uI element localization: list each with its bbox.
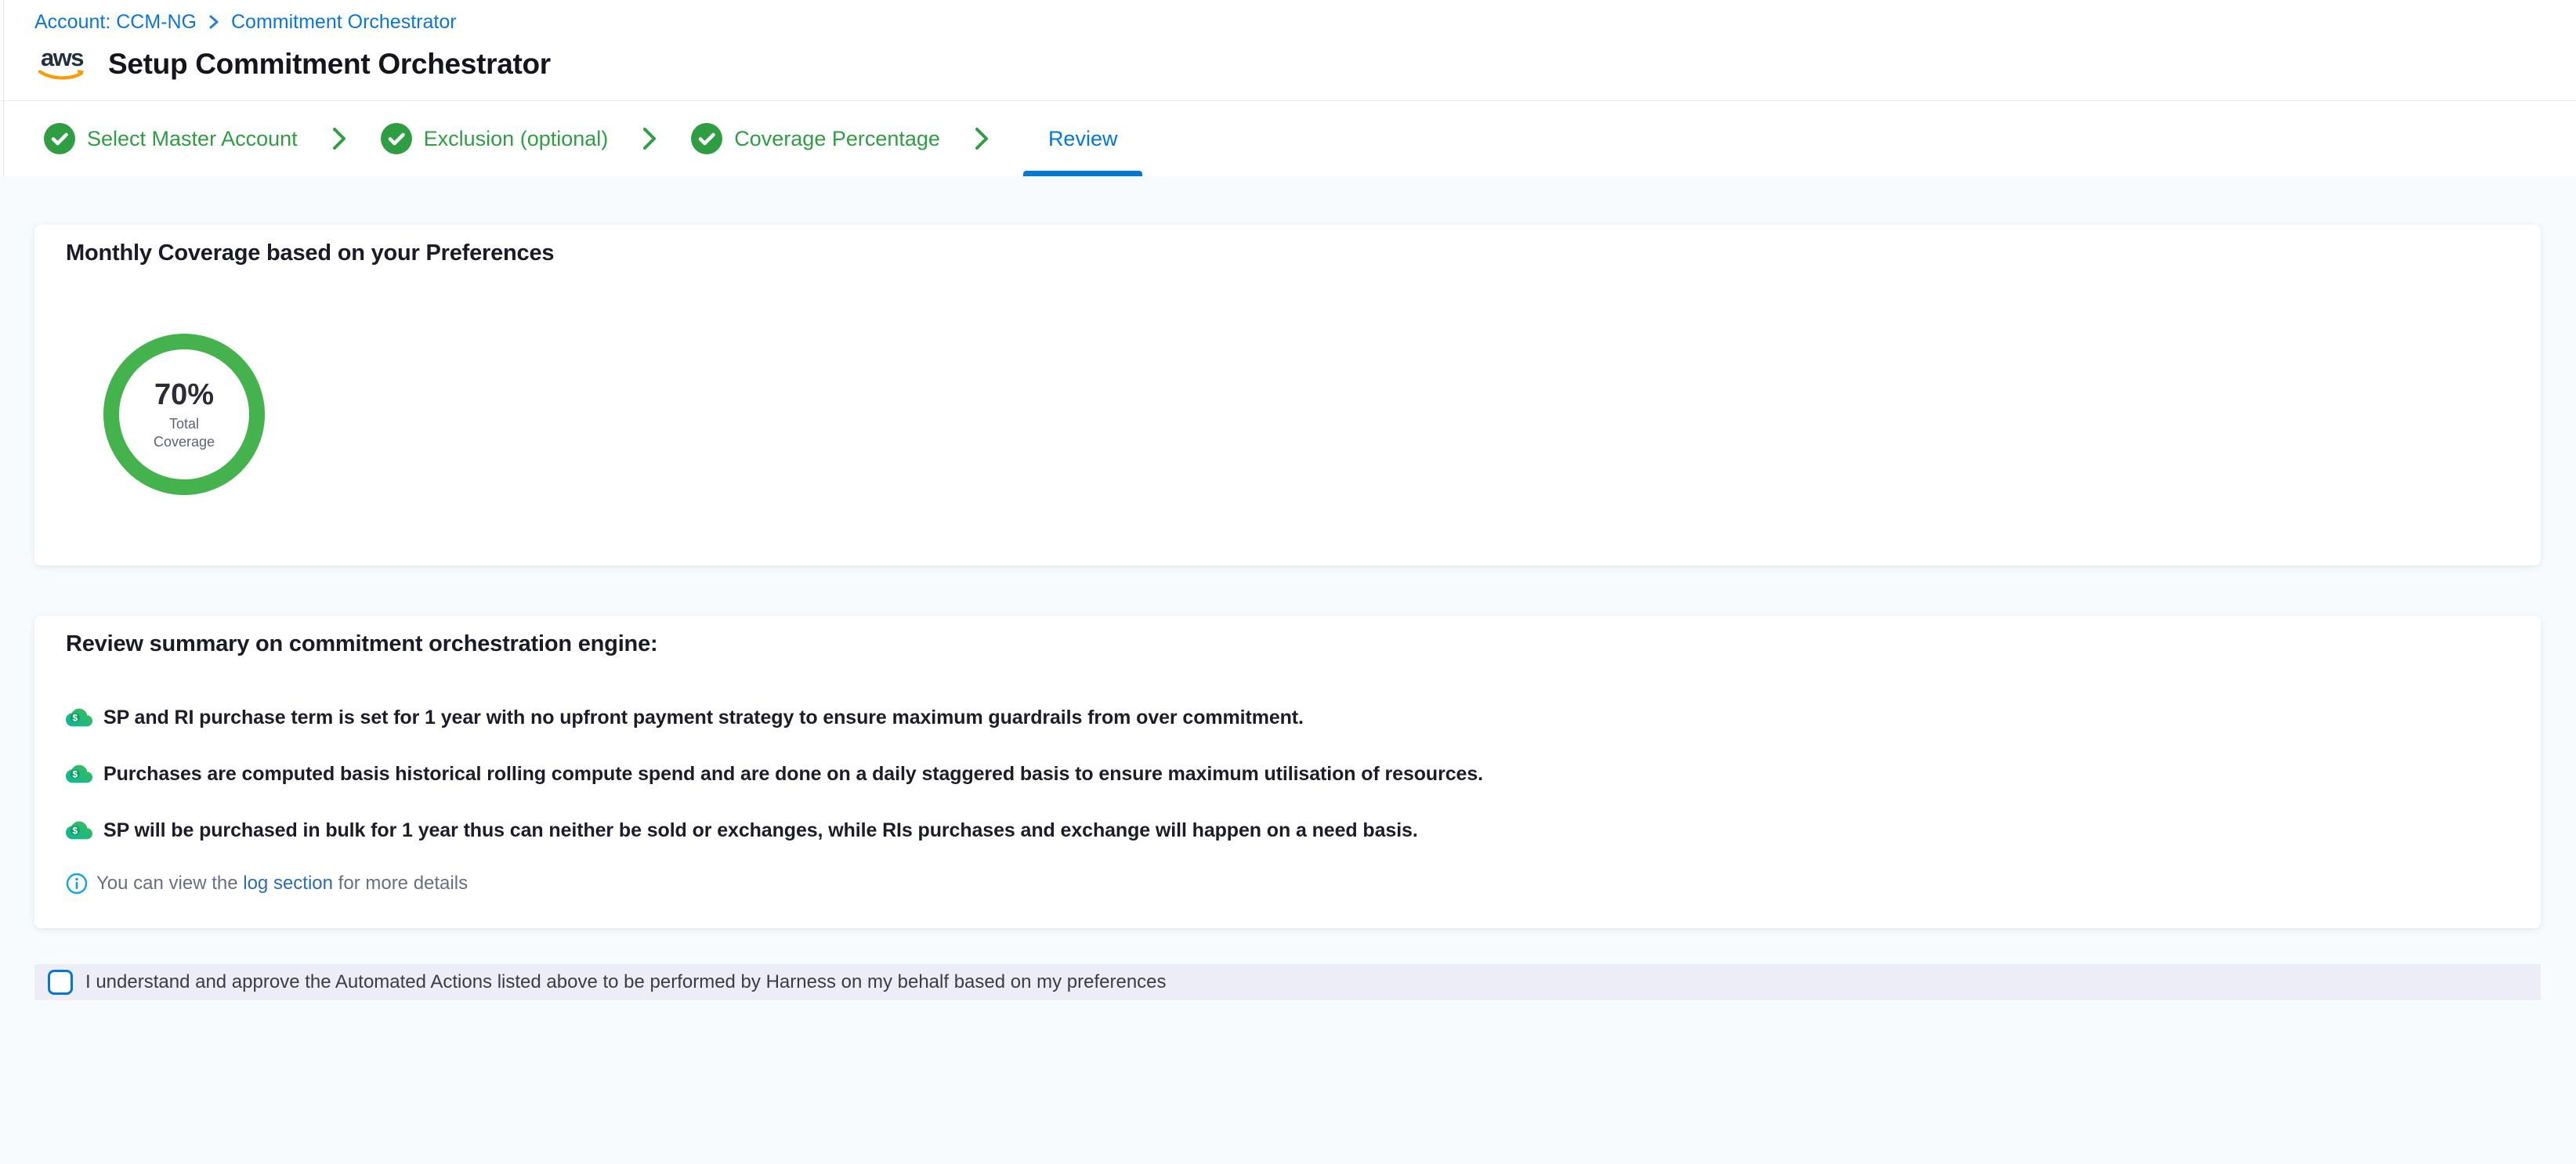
approval-bar: I understand and approve the Automated A… [34,964,2541,1000]
step-select-master-account[interactable]: Select Master Account [44,101,298,176]
summary-bullet: $ Purchases are computed basis historica… [66,760,1483,788]
total-coverage-donut: 70% Total Coverage [103,334,265,495]
step-exclusion[interactable]: Exclusion (optional) [381,101,609,176]
aws-logo-icon: aws [36,47,88,81]
step-label: Coverage Percentage [734,127,940,151]
log-info-suffix: for more details [338,873,468,894]
svg-text:$: $ [72,768,78,779]
log-info-prefix: You can view the [96,873,238,894]
chevron-right-icon [331,121,348,157]
step-review[interactable]: Review [1023,101,1143,176]
summary-bullet: $ SP will be purchased in bulk for 1 yea… [66,816,1483,844]
check-icon [44,123,75,154]
donut-caption: Total Coverage [139,415,230,451]
breadcrumb: Account: CCM-NG Commitment Orchestrator [34,10,457,34]
step-label: Exclusion (optional) [424,127,609,151]
donut-percent-value: 70% [154,378,214,411]
summary-bullet-text: Purchases are computed basis historical … [103,763,1483,786]
check-icon [381,123,412,154]
svg-text:$: $ [72,712,78,723]
check-icon [691,123,722,154]
cloud-dollar-icon: $ [66,704,92,731]
page-title: Setup Commitment Orchestrator [108,48,551,81]
chevron-right-icon [973,121,990,157]
step-coverage-percentage[interactable]: Coverage Percentage [691,101,940,176]
coverage-card-title: Monthly Coverage based on your Preferenc… [66,239,554,267]
cloud-dollar-icon: $ [66,817,92,844]
approval-checkbox[interactable] [48,970,73,995]
monthly-coverage-card: Monthly Coverage based on your Preferenc… [34,225,2541,566]
nav-edge-divider [3,0,4,176]
step-label: Review [1048,127,1118,151]
cloud-dollar-icon: $ [66,761,92,787]
summary-card-title: Review summary on commitment orchestrati… [66,630,657,658]
summary-bullet: $ SP and RI purchase term is set for 1 y… [66,703,1483,732]
summary-bullet-text: SP will be purchased in bulk for 1 year … [103,819,1418,842]
svg-text:$: $ [72,825,78,836]
chevron-right-icon [641,121,658,157]
info-icon [66,873,88,895]
step-label: Select Master Account [87,127,298,151]
summary-bullet-text: SP and RI purchase term is set for 1 yea… [103,707,1304,729]
breadcrumb-chevron-icon [208,13,219,31]
page-header: Account: CCM-NG Commitment Orchestrator … [0,0,2576,101]
wizard-step-bar: Select Master Account Exclusion (optiona… [0,101,2576,176]
breadcrumb-account-link[interactable]: Account: CCM-NG [34,10,197,34]
log-section-link[interactable]: log section [243,873,333,894]
log-info-row: You can view the log section for more de… [66,869,468,898]
review-summary-card: Review summary on commitment orchestrati… [34,616,2541,928]
approval-label: I understand and approve the Automated A… [85,971,1167,993]
breadcrumb-page-link[interactable]: Commitment Orchestrator [231,10,457,34]
